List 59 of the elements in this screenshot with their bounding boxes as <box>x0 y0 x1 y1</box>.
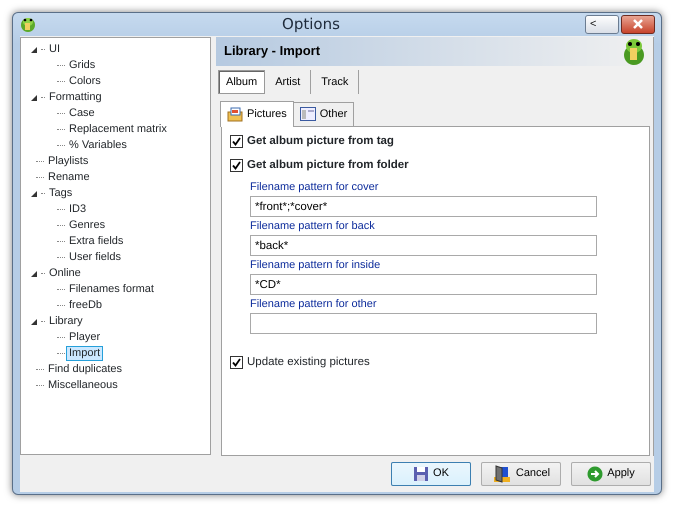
close-icon <box>632 19 644 30</box>
tree-item[interactable]: Tags <box>46 186 76 201</box>
checkbox[interactable] <box>230 356 243 370</box>
mascot-icon <box>19 15 37 34</box>
field-label: Filename pattern for inside <box>250 259 382 272</box>
tree-item[interactable]: Extra fields <box>66 234 126 249</box>
expander-icon[interactable] <box>31 318 37 324</box>
tab[interactable]: Other <box>292 102 354 126</box>
checkbox-label: Get album picture from folder <box>247 158 409 173</box>
tree-item[interactable]: Rename <box>45 170 93 185</box>
tree-item[interactable]: Player <box>66 330 104 345</box>
checkbox[interactable] <box>230 134 243 148</box>
tree-item[interactable]: Genres <box>66 218 108 233</box>
apply-button[interactable]: Apply <box>571 462 651 486</box>
tree-item[interactable]: Filenames format <box>66 282 157 297</box>
expander-icon[interactable] <box>31 46 37 52</box>
field-label: Filename pattern for back <box>250 220 376 233</box>
expander-icon[interactable] <box>31 94 37 100</box>
checkbox[interactable] <box>230 158 243 172</box>
tree-item[interactable]: Formatting <box>46 90 105 105</box>
input-field[interactable]: *back* <box>250 235 597 256</box>
cancel-button[interactable]: Cancel <box>481 462 561 486</box>
tree-item[interactable]: Colors <box>66 74 104 89</box>
tree-item[interactable]: ID3 <box>66 202 90 217</box>
tree-item[interactable]: Case <box>66 106 98 121</box>
tree-item[interactable]: Import <box>66 346 104 361</box>
tree-item[interactable]: UI <box>46 42 63 57</box>
tree-item[interactable]: User fields <box>66 250 124 265</box>
list-window-icon <box>300 107 316 122</box>
tree-item[interactable]: Grids <box>66 58 98 73</box>
picture-folder-icon <box>227 106 243 122</box>
tab[interactable]: Artist <box>265 70 312 94</box>
expander-icon[interactable] <box>31 270 37 276</box>
field-label: Filename pattern for other <box>250 298 378 311</box>
field-label: Filename pattern for cover <box>250 181 380 194</box>
checkbox-label: Update existing pictures <box>247 355 370 370</box>
tree-item[interactable]: Playlists <box>45 154 92 169</box>
mascot-icon <box>621 37 647 65</box>
tree-item[interactable]: Replacement matrix <box>66 122 170 137</box>
tree-item[interactable]: Library <box>46 314 86 329</box>
tree-item[interactable]: freeDb <box>66 298 106 313</box>
tab[interactable]: Track <box>311 70 360 94</box>
tree-item[interactable]: Online <box>46 266 84 281</box>
door-exit-icon <box>492 464 512 482</box>
tree-item[interactable]: Miscellaneous <box>45 378 121 393</box>
tree-item[interactable]: Find duplicates <box>45 362 125 377</box>
tree-item[interactable]: % Variables <box>66 138 130 153</box>
input-field[interactable] <box>250 313 597 334</box>
input-field[interactable]: *CD* <box>250 274 597 295</box>
section-title: Library - Import <box>224 42 320 60</box>
back-button[interactable]: < <box>585 14 619 34</box>
expander-icon[interactable] <box>31 190 37 196</box>
ok-button[interactable]: OK <box>391 462 471 486</box>
tab[interactable]: Album <box>218 70 266 94</box>
checkbox-label: Get album picture from tag <box>247 134 394 148</box>
window-title: Options <box>281 14 341 35</box>
tab[interactable]: Pictures <box>220 101 294 126</box>
input-field[interactable]: *front*;*cover* <box>250 196 597 217</box>
close-button[interactable] <box>621 14 655 34</box>
